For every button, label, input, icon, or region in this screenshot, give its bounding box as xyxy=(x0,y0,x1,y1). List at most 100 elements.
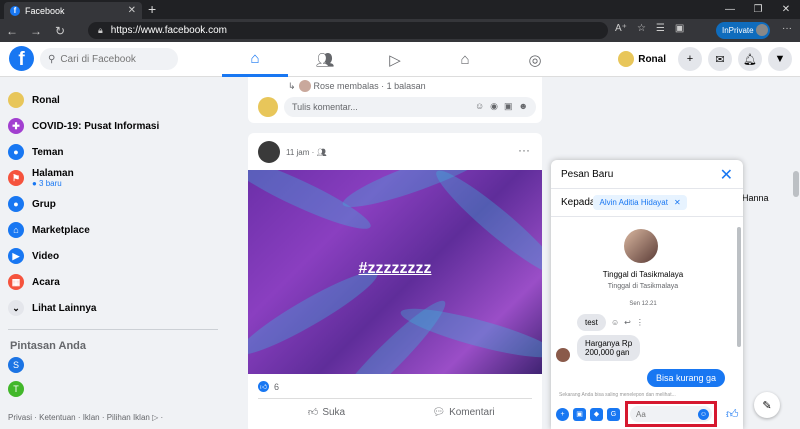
tab-marketplace[interactable]: ⌂ xyxy=(432,42,498,77)
favorites-list-icon[interactable]: ☰ xyxy=(656,23,665,34)
react-emoji-icon[interactable]: ☺ xyxy=(611,318,619,327)
inprivate-badge[interactable]: InPrivate xyxy=(716,22,770,39)
maximize-icon[interactable]: ❐ xyxy=(744,0,772,19)
emoji-icon[interactable]: ☺ xyxy=(475,101,484,112)
reply-link[interactable]: ↳ Rose membalas · 1 balasan xyxy=(288,80,426,92)
friends-icon: ● xyxy=(8,144,24,160)
chat-scrollbar-thumb[interactable] xyxy=(737,227,741,347)
facebook-logo-icon[interactable]: f xyxy=(9,46,34,71)
watch-video-icon: ▷ xyxy=(389,51,401,69)
messenger-button[interactable]: ✉ xyxy=(708,47,732,71)
chevron-down-icon: ⌄ xyxy=(8,300,24,316)
gif-icon[interactable]: ▣ xyxy=(504,101,513,112)
recipient-row: Kepada Alvin Aditia Hidayat ✕ xyxy=(551,189,743,217)
chat-scrollbar[interactable] xyxy=(735,217,743,399)
shortcut-item[interactable]: T xyxy=(8,378,236,400)
reply-arrow-icon[interactable]: ↩ xyxy=(624,318,631,327)
tab-groups[interactable]: ◎ xyxy=(502,42,568,77)
new-tab-button[interactable]: + xyxy=(148,1,156,17)
sidebar-item-pages[interactable]: ⚑ Halaman ● 3 baru xyxy=(8,165,236,191)
post-options-icon[interactable]: ··· xyxy=(518,143,530,157)
comment-tools: ☺ ◉ ▣ ☻ xyxy=(475,101,528,112)
tab-friends[interactable]: 👥︎ xyxy=(292,42,358,77)
account-menu-button[interactable]: ▼ xyxy=(768,47,792,71)
highlighted-message-input: ☺ xyxy=(625,401,717,427)
remove-recipient-icon[interactable]: ✕ xyxy=(674,198,681,207)
sidebar-item-label: COVID-19: Pusat Informasi xyxy=(32,120,160,132)
close-icon[interactable]: ✕ xyxy=(720,165,733,185)
shortcut-item[interactable]: S xyxy=(8,354,236,376)
minimize-icon[interactable]: — xyxy=(716,0,744,19)
bell-icon: 🔔︎ xyxy=(743,53,757,66)
sidebar-item-groups[interactable]: ● Grup xyxy=(8,191,236,217)
tab-home[interactable]: ⌂ xyxy=(222,42,288,77)
close-tab-icon[interactable]: ✕ xyxy=(128,5,136,16)
profile-avatar-icon xyxy=(756,24,768,36)
comment-button[interactable]: 💬︎ Komentari xyxy=(395,399,532,425)
notifications-button[interactable]: 🔔︎ xyxy=(738,47,762,71)
sidebar-item-events[interactable]: ▦ Acara xyxy=(8,269,236,295)
send-like-thumbs-up-icon[interactable]: 👍︎ xyxy=(726,407,739,422)
contact-item[interactable]: Hanna xyxy=(742,193,769,203)
profile-shortcut[interactable]: Ronal xyxy=(618,51,666,67)
sidebar-item-covid[interactable]: ✚ COVID-19: Pusat Informasi xyxy=(8,113,236,139)
lock-icon[interactable]: 🔒︎ xyxy=(98,25,103,36)
recipient-avatar[interactable] xyxy=(624,229,658,263)
sidebar-item-friends[interactable]: ● Teman xyxy=(8,139,236,165)
read-aloud-icon[interactable]: A⁺ xyxy=(615,23,627,34)
incoming-message[interactable]: test xyxy=(577,314,606,331)
shortcut-avatar: T xyxy=(8,381,24,397)
facebook-top-nav: f ⚲ ⌂ 👥︎ ▷ ⌂ ◎ Ronal + ✉ 🔔︎ ▼ xyxy=(0,42,800,77)
address-bar[interactable]: 🔒︎ https://www.facebook.com xyxy=(88,22,608,39)
plus-actions-icon[interactable]: + xyxy=(556,407,569,421)
message-actions: ☺ ↩ ⋮ xyxy=(611,318,644,327)
message-input[interactable] xyxy=(636,409,696,419)
chat-title: Pesan Baru xyxy=(561,168,614,180)
camera-icon[interactable]: ◉ xyxy=(490,101,498,112)
post-hashtag[interactable]: #zzzzzzzz xyxy=(248,260,542,278)
post-time[interactable]: 11 jam · 👥︎ xyxy=(286,148,327,157)
outgoing-message[interactable]: Bisa kurang ga xyxy=(647,369,726,387)
search-input[interactable] xyxy=(60,53,171,65)
emoji-icon[interactable]: ☺ xyxy=(698,409,709,420)
more-options-icon[interactable]: ··· xyxy=(782,23,792,34)
post-image[interactable]: #zzzzzzzz xyxy=(248,170,542,374)
footer-links[interactable]: Privasi · Ketentuan · Iklan · Pilihan Ik… xyxy=(8,413,178,422)
reply-arrow-icon: ↳ xyxy=(288,80,296,91)
new-message-button[interactable]: ✎ xyxy=(754,392,780,418)
sidebar-item-marketplace[interactable]: ⌂ Marketplace xyxy=(8,217,236,243)
refresh-icon[interactable]: ↻ xyxy=(48,24,72,38)
message-input-box[interactable]: ☺ xyxy=(630,406,712,422)
more-vertical-icon[interactable]: ⋮ xyxy=(636,318,644,327)
post-reactions[interactable]: 👍︎ 6 xyxy=(258,381,279,392)
sidebar-item-see-more[interactable]: ⌄ Lihat Lainnya xyxy=(8,295,236,321)
facebook-search[interactable]: ⚲ xyxy=(40,48,178,70)
favorite-star-icon[interactable]: ☆ xyxy=(637,23,646,34)
back-arrow-icon[interactable]: ← xyxy=(0,24,24,38)
collections-icon[interactable]: ▣ xyxy=(675,23,684,34)
incoming-message[interactable]: Harganya Rp 200,000 gan xyxy=(577,335,641,361)
thumbs-up-icon: 👍︎ xyxy=(307,407,319,418)
like-button[interactable]: 👍︎ Suka xyxy=(258,399,395,425)
gif-icon[interactable]: G xyxy=(607,407,620,421)
sidebar-item-video[interactable]: ▶ Video xyxy=(8,243,236,269)
browser-tab-facebook[interactable]: f Facebook ✕ xyxy=(4,2,142,19)
new-message-chat-window: Pesan Baru ✕ Kepada Alvin Aditia Hidayat… xyxy=(551,160,743,429)
comment-input[interactable]: Tulis komentar... ☺ ◉ ▣ ☻ xyxy=(284,97,536,117)
new-pages-badge: ● 3 baru xyxy=(32,179,62,188)
post-time-text: 11 jam · xyxy=(286,147,315,157)
create-button[interactable]: + xyxy=(678,47,702,71)
avatar[interactable] xyxy=(258,141,280,163)
recipient-chip[interactable]: Alvin Aditia Hidayat ✕ xyxy=(593,195,687,210)
groups-icon: ● xyxy=(8,196,24,212)
photo-icon[interactable]: ▣ xyxy=(573,407,586,421)
sticker-icon[interactable]: ☻ xyxy=(519,101,528,112)
tab-watch[interactable]: ▷ xyxy=(362,42,428,77)
scrollbar-thumb[interactable] xyxy=(793,171,799,197)
forward-arrow-icon[interactable]: → xyxy=(24,24,48,38)
marketplace-icon: ⌂ xyxy=(8,222,24,238)
sticker-icon[interactable]: ◆ xyxy=(590,407,603,421)
close-window-icon[interactable]: ✕ xyxy=(772,0,800,19)
page-scrollbar[interactable] xyxy=(792,77,800,429)
sidebar-item-profile[interactable]: Ronal xyxy=(8,87,236,113)
